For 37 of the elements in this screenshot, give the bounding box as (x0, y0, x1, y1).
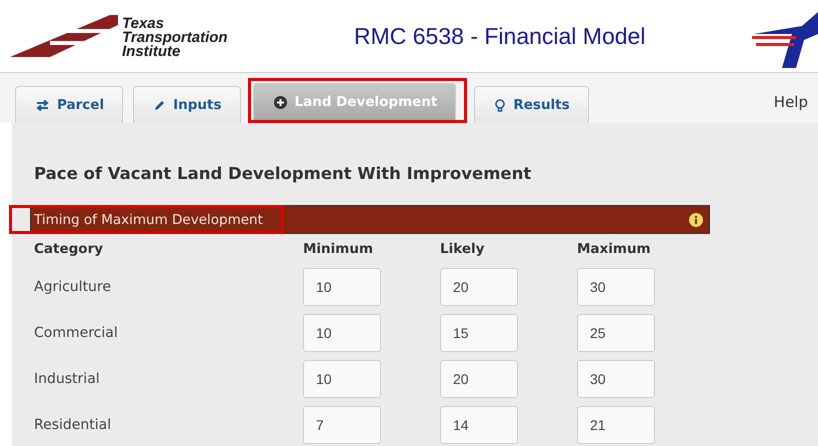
input-field[interactable]: 20 (440, 268, 518, 306)
info-icon[interactable] (689, 212, 703, 226)
category-label: Residential (34, 417, 112, 433)
input-field[interactable]: 20 (440, 360, 518, 398)
lightbulb-icon (495, 98, 506, 112)
column-header: Maximum (577, 240, 652, 259)
plus-circle-icon (274, 96, 286, 108)
column-header: Minimum (303, 240, 374, 259)
input-field[interactable]: 14 (440, 406, 518, 444)
input-field[interactable]: 21 (577, 406, 655, 444)
column-header: Category (34, 240, 104, 259)
tab[interactable]: Parcel (15, 86, 124, 123)
column-header: Likely (440, 240, 486, 259)
section-title: Pace of Vacant Land Development With Improvement (34, 164, 532, 183)
logo-text: Transportation (122, 31, 228, 45)
logo-text: Institute (122, 45, 180, 59)
input-field[interactable]: 25 (577, 314, 655, 352)
logo-stripes-icon (10, 13, 118, 57)
pencil-icon (154, 100, 166, 110)
input-field[interactable]: 10 (303, 314, 381, 352)
app-title: RMC 6538 - Financial Model (354, 22, 646, 50)
category-label: Agriculture (34, 279, 112, 295)
tab[interactable]: Inputs (133, 86, 240, 123)
input-field[interactable]: 30 (577, 268, 655, 306)
arrows-icon (36, 100, 49, 110)
star-logo-icon (752, 12, 818, 68)
tab[interactable]: Results (474, 86, 589, 123)
input-field[interactable]: 10 (303, 268, 381, 306)
category-label: Commercial (34, 325, 119, 341)
input-field[interactable]: 15 (440, 314, 518, 352)
help-link[interactable]: Help (774, 93, 808, 111)
input-field[interactable]: 7 (303, 406, 381, 444)
logo-text: Texas (122, 17, 164, 31)
section-bar-label: Timing of Maximum Development (9, 205, 284, 234)
input-field[interactable]: 30 (577, 360, 655, 398)
category-label: Industrial (34, 371, 101, 387)
input-field[interactable]: 10 (303, 360, 381, 398)
